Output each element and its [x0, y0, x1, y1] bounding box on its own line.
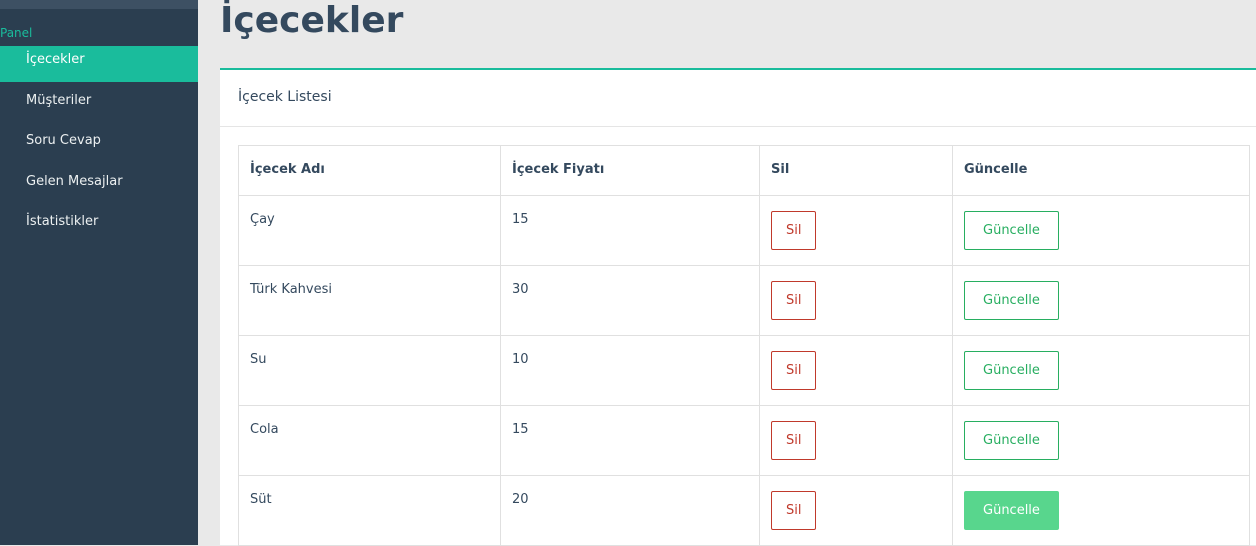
update-cell: Güncelle	[952, 195, 1250, 266]
drink-price: 15	[500, 195, 760, 266]
delete-button[interactable]: Sil	[771, 351, 817, 390]
sidebar-section-label: Panel	[0, 26, 33, 40]
drinks-table: İçecek Adı İçecek Fiyatı Sil Güncelle Ça…	[238, 145, 1250, 546]
delete-cell: Sil	[759, 195, 953, 266]
sidebar: Panel İçecekler Müşteriler Soru Cevap Ge…	[0, 0, 198, 545]
update-button[interactable]: Güncelle	[964, 351, 1059, 390]
sidebar-item-soru-cevap[interactable]: Soru Cevap	[0, 127, 198, 163]
column-header-name: İçecek Adı	[238, 145, 501, 196]
drink-price: 30	[500, 265, 760, 336]
table-row: Su 10 Sil Güncelle	[238, 335, 1250, 406]
delete-button[interactable]: Sil	[771, 211, 817, 250]
column-header-update: Güncelle	[952, 145, 1250, 196]
delete-cell: Sil	[759, 265, 953, 336]
update-cell: Güncelle	[952, 335, 1250, 406]
column-header-delete: Sil	[759, 145, 953, 196]
drink-name: Çay	[238, 195, 501, 266]
sidebar-item-musteriler[interactable]: Müşteriler	[0, 87, 198, 123]
drink-name: Su	[238, 335, 501, 406]
main-content: İçecekler İçecek Listesi İçecek Adı İçec…	[198, 0, 1256, 546]
update-cell: Güncelle	[952, 405, 1250, 476]
column-header-price: İçecek Fiyatı	[500, 145, 760, 196]
drink-price: 15	[500, 405, 760, 476]
update-button[interactable]: Güncelle	[964, 491, 1059, 530]
table-row: Cola 15 Sil Güncelle	[238, 405, 1250, 476]
update-cell: Güncelle	[952, 265, 1250, 336]
delete-button[interactable]: Sil	[771, 491, 817, 530]
delete-button[interactable]: Sil	[771, 281, 817, 320]
drink-price: 20	[500, 475, 760, 546]
sidebar-topbar	[0, 0, 198, 9]
drinks-panel: İçecek Listesi İçecek Adı İçecek Fiyatı …	[220, 68, 1256, 546]
table-header-row: İçecek Adı İçecek Fiyatı Sil Güncelle	[238, 145, 1250, 196]
drink-name: Süt	[238, 475, 501, 546]
table-row: Süt 20 Sil Güncelle	[238, 475, 1250, 546]
drinks-table-wrap: İçecek Adı İçecek Fiyatı Sil Güncelle Ça…	[238, 145, 1250, 546]
delete-cell: Sil	[759, 475, 953, 546]
delete-button[interactable]: Sil	[771, 421, 817, 460]
update-cell: Güncelle	[952, 475, 1250, 546]
delete-cell: Sil	[759, 335, 953, 406]
sidebar-item-istatistikler[interactable]: İstatistikler	[0, 208, 198, 244]
table-row: Çay 15 Sil Güncelle	[238, 195, 1250, 266]
update-button[interactable]: Güncelle	[964, 281, 1059, 320]
table-row: Türk Kahvesi 30 Sil Güncelle	[238, 265, 1250, 336]
panel-heading: İçecek Listesi	[220, 70, 1256, 127]
drink-name: Cola	[238, 405, 501, 476]
delete-cell: Sil	[759, 405, 953, 476]
drink-name: Türk Kahvesi	[238, 265, 501, 336]
update-button[interactable]: Güncelle	[964, 421, 1059, 460]
page-title: İçecekler	[220, 0, 404, 41]
update-button[interactable]: Güncelle	[964, 211, 1059, 250]
sidebar-item-gelen-mesajlar[interactable]: Gelen Mesajlar	[0, 168, 198, 204]
sidebar-item-icecekler[interactable]: İçecekler	[0, 46, 198, 82]
drink-price: 10	[500, 335, 760, 406]
